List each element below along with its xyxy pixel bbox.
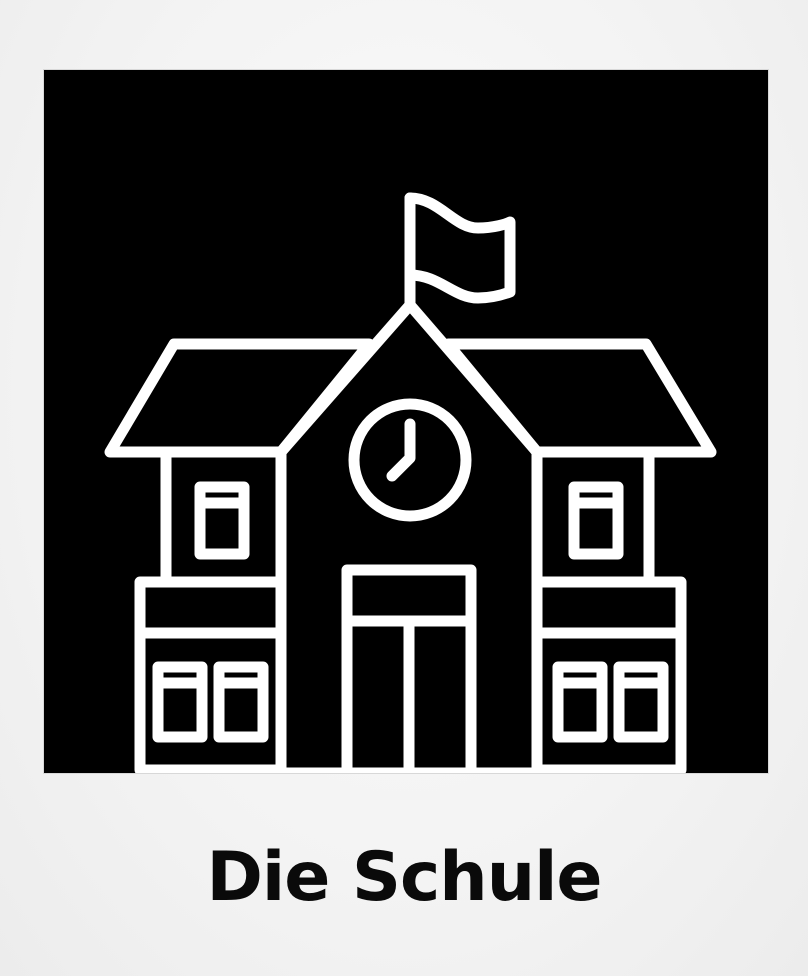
window-icon: [552, 661, 608, 743]
window-icon: [152, 661, 208, 743]
flag-icon: [404, 192, 516, 311]
card-caption: Die Schule: [206, 838, 602, 917]
flashcard: Die Schule: [0, 0, 808, 976]
window-icon: [194, 481, 250, 560]
illustration-frame: [44, 70, 768, 773]
window-icon: [213, 661, 269, 743]
clock-icon: [348, 398, 472, 522]
school-building-icon: [104, 192, 717, 773]
window-icon: [568, 481, 624, 560]
window-icon: [613, 661, 669, 743]
door-icon: [341, 564, 477, 773]
